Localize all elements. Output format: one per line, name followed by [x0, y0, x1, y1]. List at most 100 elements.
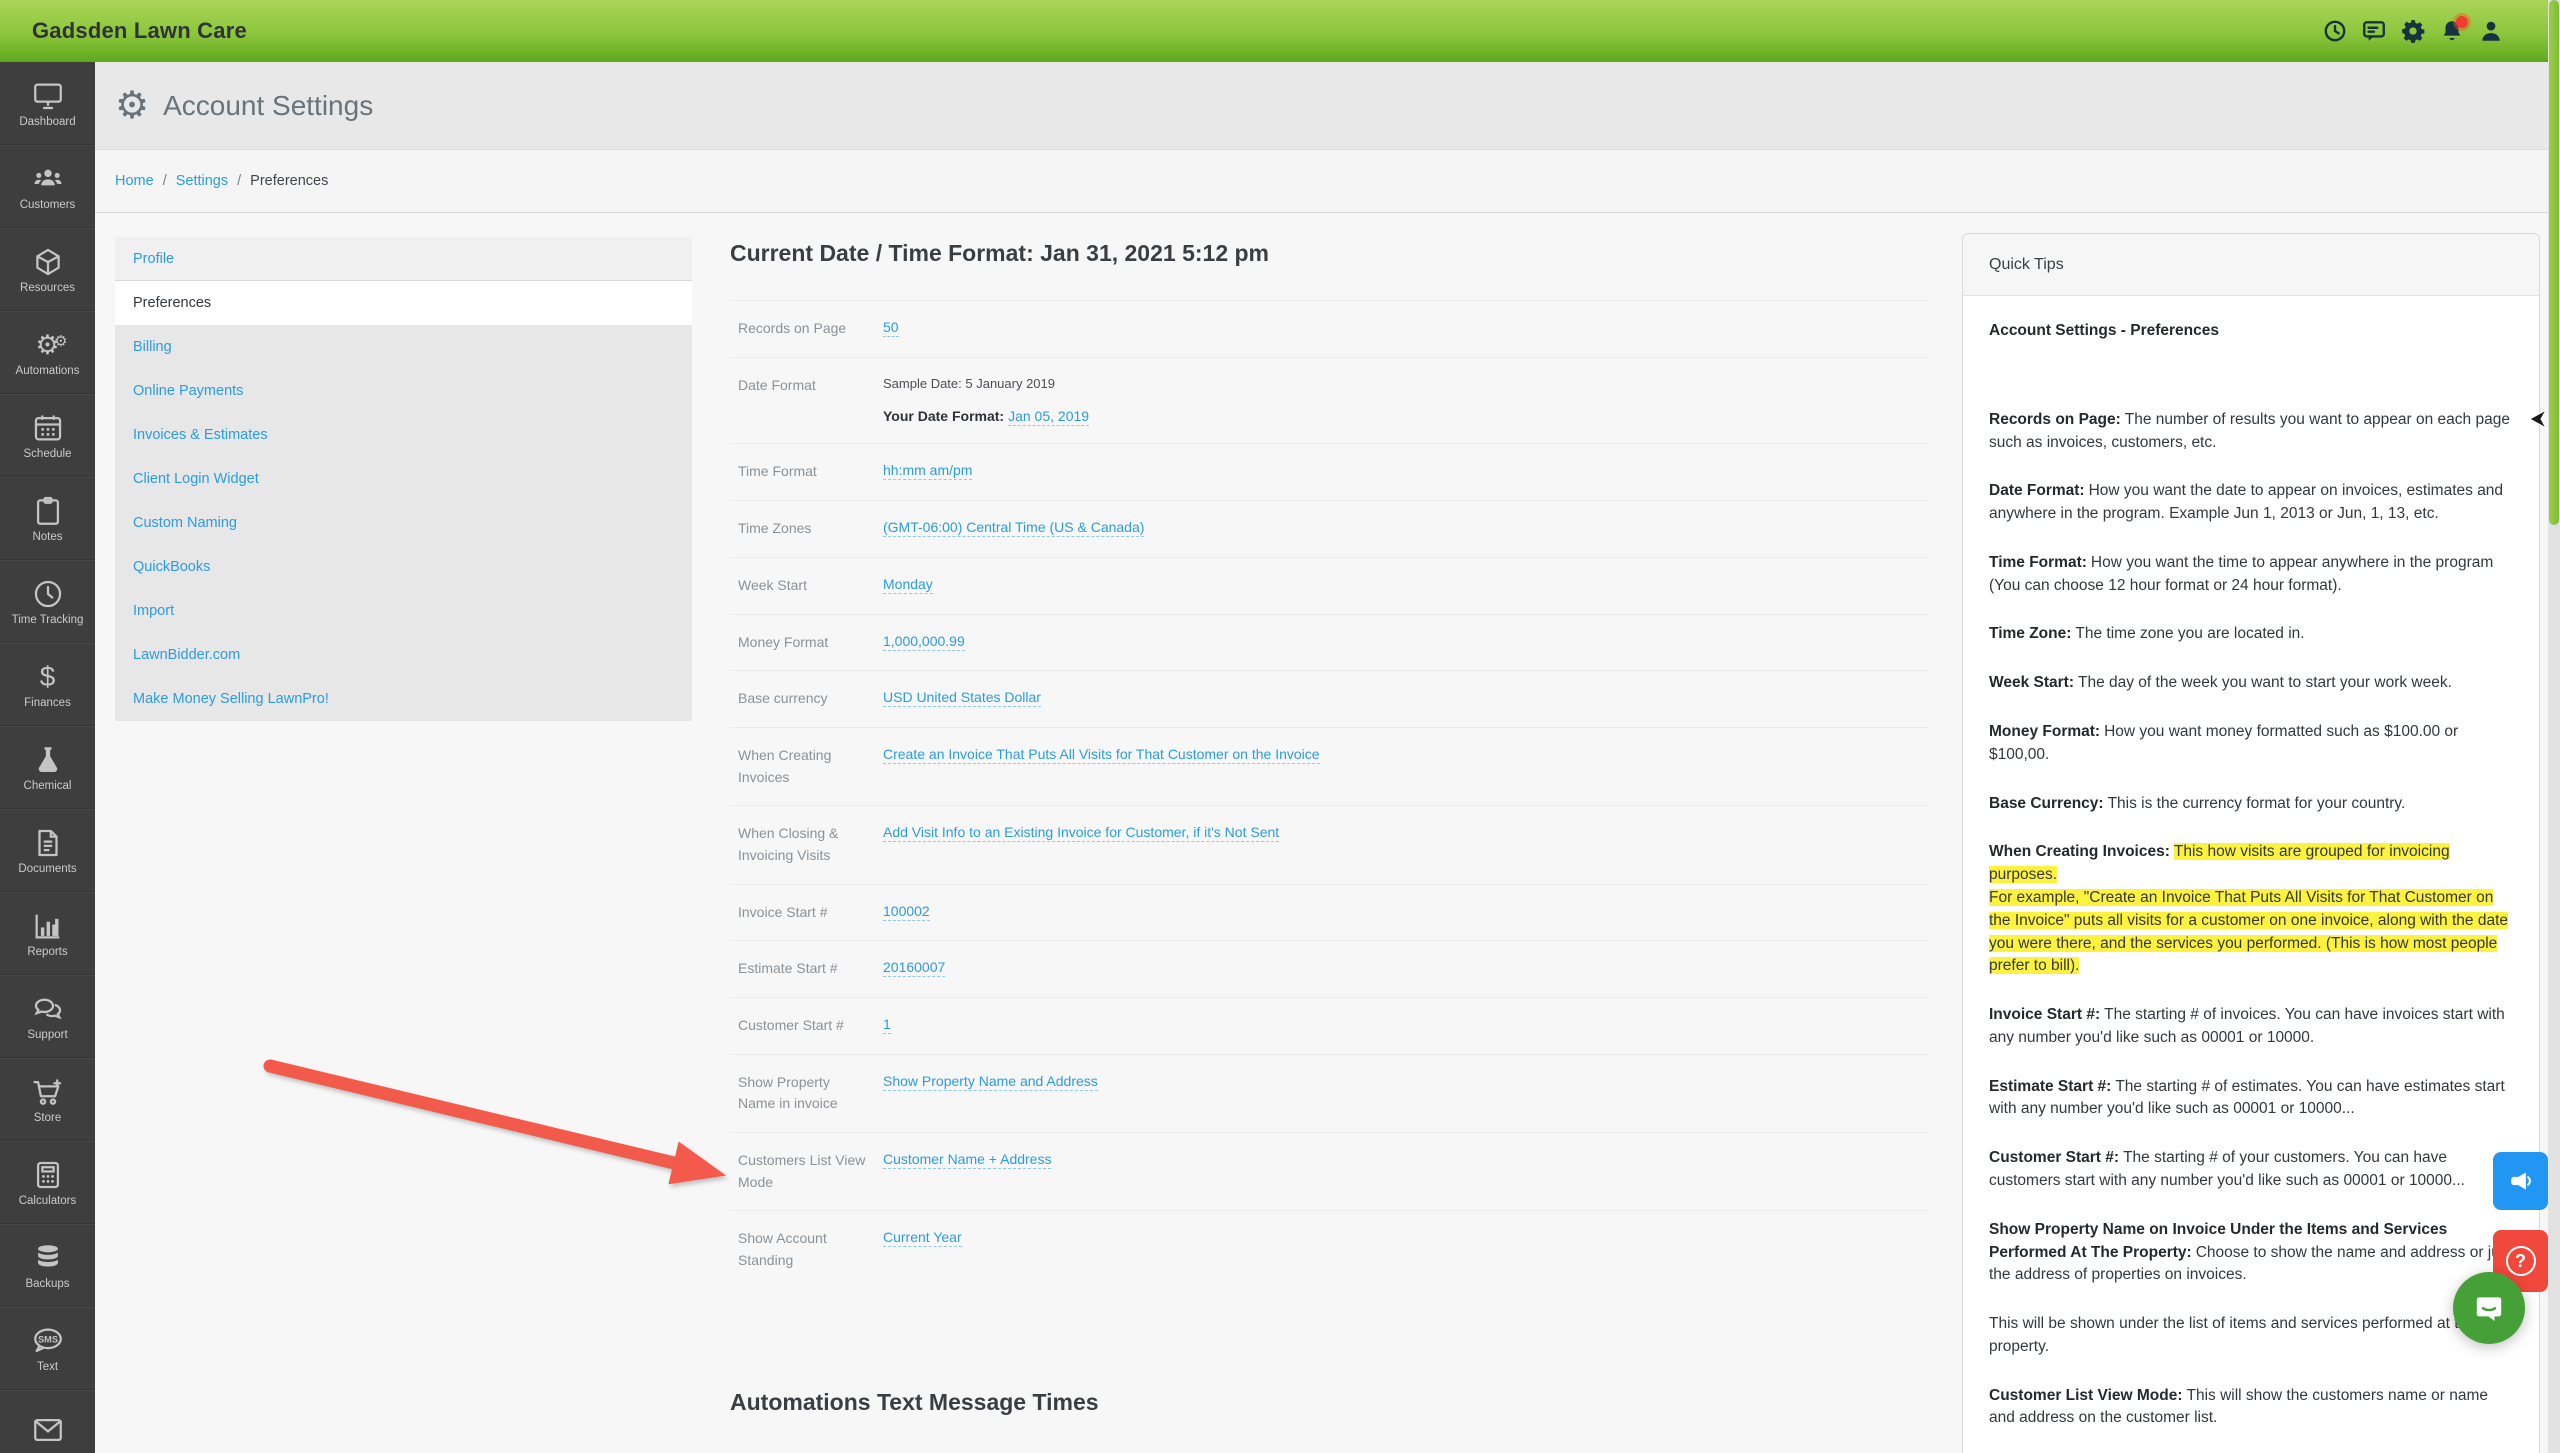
show-property-name-value[interactable]: Show Property Name and Address — [883, 1073, 1098, 1091]
tip-show-property-name: Show Property Name on Invoice Under the … — [1989, 1219, 2513, 1287]
breadcrumb: Home / Settings / Preferences — [115, 173, 328, 189]
sidebar-item-email[interactable] — [0, 1390, 95, 1453]
setting-label: Invoice Start # — [730, 902, 883, 924]
setting-label: Estimate Start # — [730, 958, 883, 980]
menu-item-client-login-widget[interactable]: Client Login Widget — [115, 457, 692, 501]
menu-item-lawnbidder[interactable]: LawnBidder.com — [115, 633, 692, 677]
tip-money-format: Money Format:How you want money formatte… — [1989, 721, 2513, 767]
sidebar-item-text[interactable]: SMS Text — [0, 1307, 95, 1390]
current-datetime-heading: Current Date / Time Format: Jan 31, 2021… — [730, 240, 1930, 267]
notifications-bell-icon[interactable] — [2439, 18, 2465, 44]
sidebar-item-documents[interactable]: Documents — [0, 809, 95, 892]
setting-label: Time Zones — [730, 518, 883, 540]
customers-list-view-mode-value[interactable]: Customer Name + Address — [883, 1151, 1051, 1169]
menu-item-make-money[interactable]: Make Money Selling LawnPro! — [115, 677, 692, 721]
sidebar-item-customers[interactable]: Customers — [0, 145, 95, 228]
scrollbar-thumb[interactable] — [2549, 0, 2559, 525]
setting-label: Show Property Name in invoice — [730, 1072, 883, 1115]
time-format-value[interactable]: hh:mm am/pm — [883, 462, 972, 480]
main-sidebar: Dashboard Customers Resources ⚙⚙ Automat… — [0, 62, 95, 1453]
question-mark-icon: ? — [2506, 1246, 2536, 1276]
setting-label: When Closing & Invoicing Visits — [730, 823, 883, 866]
support-chat-icon — [31, 992, 65, 1026]
settings-menu: Profile Preferences Billing Online Payme… — [115, 237, 692, 721]
svg-text:SMS: SMS — [38, 1334, 58, 1344]
tip-time-format: Time Format:How you want the time to app… — [1989, 552, 2513, 598]
row-when-closing-invoicing: When Closing & Invoicing Visits Add Visi… — [730, 805, 1930, 883]
setting-label: When Creating Invoices — [730, 745, 883, 788]
sidebar-item-finances[interactable]: $ Finances — [0, 643, 95, 726]
menu-item-billing[interactable]: Billing — [115, 325, 692, 369]
row-base-currency: Base currency USD United States Dollar — [730, 670, 1930, 727]
history-clock-icon[interactable] — [2322, 18, 2348, 44]
menu-item-import[interactable]: Import — [115, 589, 692, 633]
sidebar-item-store[interactable]: Store — [0, 1058, 95, 1141]
money-format-value[interactable]: 1,000,000.99 — [883, 633, 965, 651]
customer-start-value[interactable]: 1 — [883, 1016, 891, 1034]
quick-tips-title: Quick Tips — [1963, 234, 2539, 296]
customers-people-icon — [31, 162, 65, 196]
highlighted-text: This how visits are grouped for invoicin… — [1989, 843, 2508, 974]
date-format-value[interactable]: Jan 05, 2019 — [1008, 408, 1089, 426]
announcements-megaphone-button[interactable] — [2493, 1152, 2548, 1210]
settings-rows: Records on Page 50 Date Format Sample Da… — [730, 300, 1930, 1289]
breadcrumb-separator: / — [237, 173, 241, 189]
estimate-start-value[interactable]: 20160007 — [883, 959, 945, 977]
tip-week-start: Week Start:The day of the week you want … — [1989, 672, 2513, 695]
menu-item-invoices-estimates[interactable]: Invoices & Estimates — [115, 413, 692, 457]
quick-tips-heading: Account Settings - Preferences — [1989, 320, 2513, 343]
time-zone-value[interactable]: (GMT-06:00) Central Time (US & Canada) — [883, 519, 1144, 537]
page-title: Account Settings — [163, 90, 373, 122]
sidebar-item-calculators[interactable]: Calculators — [0, 1141, 95, 1224]
menu-item-preferences[interactable]: Preferences — [115, 281, 692, 325]
page-scrollbar[interactable] — [2548, 0, 2560, 1453]
sidebar-item-time-tracking[interactable]: Time Tracking — [0, 560, 95, 643]
sidebar-item-notes[interactable]: Notes — [0, 477, 95, 560]
row-invoice-start: Invoice Start # 100002 — [730, 884, 1930, 941]
sidebar-item-dashboard[interactable]: Dashboard — [0, 62, 95, 145]
records-on-page-value[interactable]: 50 — [883, 319, 899, 337]
when-closing-invoicing-value[interactable]: Add Visit Info to an Existing Invoice fo… — [883, 824, 1279, 842]
preferences-panel: Current Date / Time Format: Jan 31, 2021… — [730, 240, 1930, 1453]
account-person-icon[interactable] — [2478, 18, 2504, 44]
tip-customer-start: Customer Start #:The starting # of your … — [1989, 1147, 2513, 1193]
tip-invoice-start: Invoice Start #:The starting # of invoic… — [1989, 1004, 2513, 1050]
notes-clipboard-icon — [31, 494, 65, 528]
setting-label: Money Format — [730, 632, 883, 654]
week-start-value[interactable]: Monday — [883, 576, 933, 594]
show-account-standing-value[interactable]: Current Year — [883, 1229, 962, 1247]
sidebar-item-backups[interactable]: Backups — [0, 1224, 95, 1307]
menu-item-quickbooks[interactable]: QuickBooks — [115, 545, 692, 589]
breadcrumb-settings[interactable]: Settings — [176, 173, 228, 189]
topbar-icons — [2322, 0, 2504, 62]
store-cart-icon — [31, 1075, 65, 1109]
setting-label: Base currency — [730, 688, 883, 710]
base-currency-value[interactable]: USD United States Dollar — [883, 689, 1041, 707]
sidebar-item-support[interactable]: Support — [0, 975, 95, 1058]
feedback-chat-icon[interactable] — [2361, 18, 2387, 44]
tip-estimate-start: Estimate Start #:The starting # of estim… — [1989, 1076, 2513, 1122]
breadcrumb-home[interactable]: Home — [115, 173, 154, 189]
sidebar-item-schedule[interactable]: Schedule — [0, 394, 95, 477]
sample-date: Sample Date: 5 January 2019 — [883, 375, 1930, 393]
menu-item-online-payments[interactable]: Online Payments — [115, 369, 692, 413]
time-tracking-clock-icon — [31, 577, 65, 611]
resources-cube-icon — [31, 245, 65, 279]
page-header: ⚙ Account Settings — [95, 62, 2560, 150]
dashboard-monitor-icon — [31, 79, 65, 113]
row-estimate-start: Estimate Start # 20160007 — [730, 940, 1930, 997]
sidebar-item-chemical[interactable]: Chemical — [0, 726, 95, 809]
menu-item-profile[interactable]: Profile — [115, 237, 692, 281]
settings-gear-icon[interactable] — [2400, 18, 2426, 44]
sidebar-item-resources[interactable]: Resources — [0, 228, 95, 311]
when-creating-invoices-value[interactable]: Create an Invoice That Puts All Visits f… — [883, 746, 1320, 764]
documents-page-icon — [31, 826, 65, 860]
live-chat-bubble-button[interactable] — [2453, 1272, 2525, 1344]
sidebar-item-reports[interactable]: Reports — [0, 892, 95, 975]
finances-dollar-icon: $ — [31, 660, 65, 694]
invoice-start-value[interactable]: 100002 — [883, 903, 930, 921]
chemical-flask-icon — [31, 743, 65, 777]
sidebar-item-automations[interactable]: ⚙⚙ Automations — [0, 311, 95, 394]
automations-gears-icon: ⚙⚙ — [31, 328, 65, 362]
menu-item-custom-naming[interactable]: Custom Naming — [115, 501, 692, 545]
